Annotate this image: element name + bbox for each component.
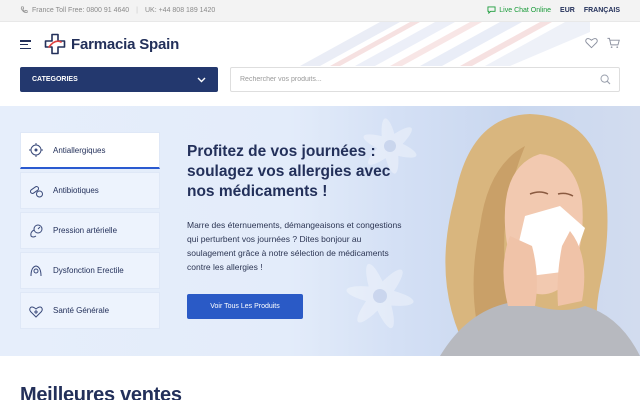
sidebar-item-sante-generale[interactable]: Santé Générale	[20, 292, 160, 329]
logo-text: Farmacia Spain	[71, 35, 180, 53]
categories-label: CATEGORIES	[32, 76, 78, 83]
woman-sneezing-image	[440, 114, 640, 356]
hero-banner: Antiallergiques Antibiotiques Pression a…	[0, 106, 640, 356]
sidebar-item-pression-arterielle[interactable]: Pression artérielle	[20, 212, 160, 249]
pills-icon	[27, 182, 45, 200]
contact-info: France Toll Free: 0800 91 4640 | UK: +44…	[20, 6, 215, 14]
chevron-down-icon	[197, 77, 206, 82]
wishlist-heart-icon[interactable]	[585, 37, 598, 49]
ed-icon	[27, 262, 45, 280]
decorative-stripes	[300, 22, 590, 66]
language-selector[interactable]: FRANÇAIS	[584, 7, 620, 14]
category-sidebar: Antiallergiques Antibiotiques Pression a…	[20, 132, 160, 332]
live-chat-label: Live Chat Online	[499, 6, 552, 14]
allergy-icon	[27, 141, 45, 159]
phone-france[interactable]: France Toll Free: 0800 91 4640	[32, 7, 129, 14]
sidebar-item-label: Dysfonction Erectile	[53, 266, 124, 275]
sidebar-item-label: Antibiotiques	[53, 186, 99, 195]
chat-icon	[487, 6, 496, 14]
site-logo[interactable]: Farmacia Spain	[44, 33, 179, 55]
blood-pressure-icon	[27, 222, 45, 240]
hero-title: Profitez de vos journées : soulagez vos …	[187, 143, 391, 200]
top-bar: France Toll Free: 0800 91 4640 | UK: +44…	[0, 0, 640, 22]
cart-icon[interactable]	[607, 37, 620, 49]
sidebar-item-label: Pression artérielle	[53, 226, 118, 235]
sidebar-item-antiallergiques[interactable]: Antiallergiques	[20, 132, 160, 169]
search-input[interactable]	[231, 68, 571, 91]
menu-icon[interactable]	[20, 40, 31, 50]
live-chat-link[interactable]: Live Chat Online	[487, 6, 551, 14]
search-bar	[230, 67, 620, 92]
currency-selector[interactable]: EUR	[560, 7, 575, 14]
bestsellers-title: Meilleures ventes	[20, 384, 182, 400]
health-icon	[27, 302, 45, 320]
view-all-products-button[interactable]: Voir Tous Les Produits	[187, 294, 303, 319]
hero-description: Marre des éternuements, démangeaisons et…	[187, 220, 402, 272]
logo-cross-icon	[44, 33, 66, 55]
sidebar-item-label: Santé Générale	[53, 306, 110, 315]
phone-uk[interactable]: UK: +44 808 189 1420	[145, 7, 215, 14]
search-icon[interactable]	[600, 74, 611, 85]
site-header: Farmacia Spain	[0, 22, 640, 66]
phone-icon	[20, 6, 28, 13]
sidebar-item-antibiotiques[interactable]: Antibiotiques	[20, 172, 160, 209]
divider: |	[136, 6, 138, 14]
sidebar-item-dysfonction-erectile[interactable]: Dysfonction Erectile	[20, 252, 160, 289]
sidebar-item-label: Antiallergiques	[53, 145, 106, 155]
categories-dropdown-button[interactable]: CATEGORIES	[20, 67, 218, 92]
